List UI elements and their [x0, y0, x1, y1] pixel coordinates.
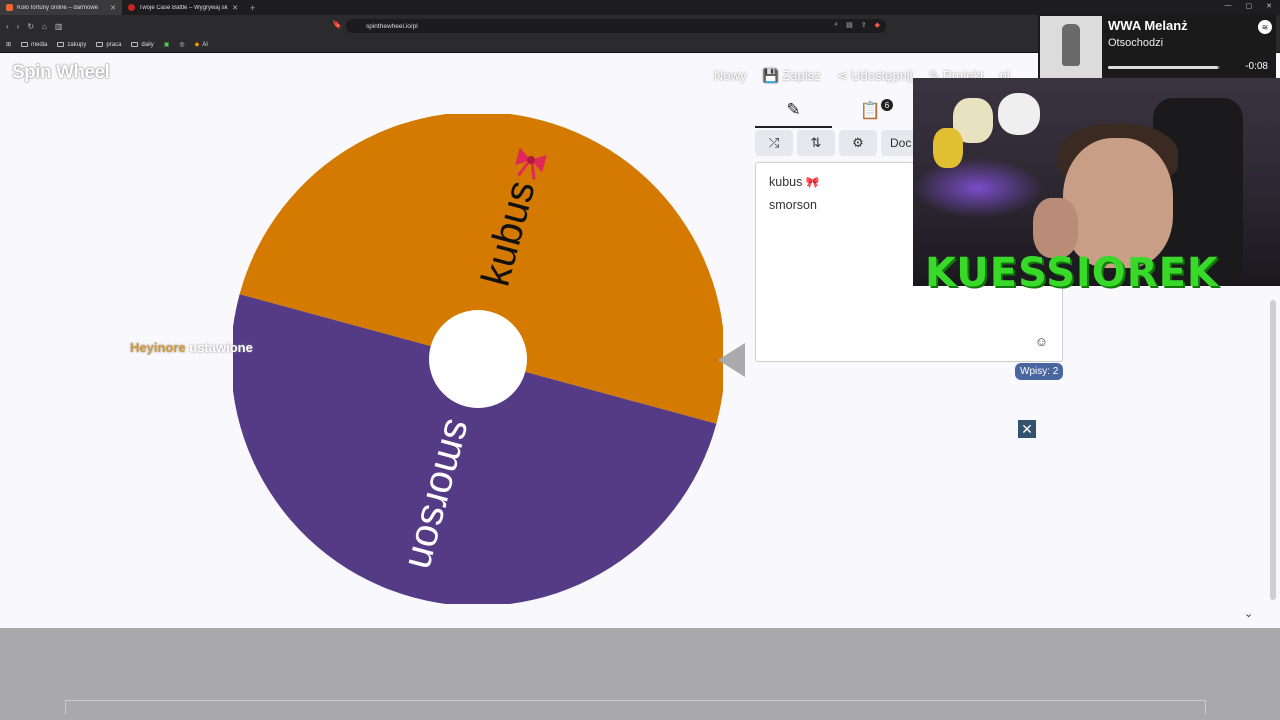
album-art — [1040, 16, 1102, 78]
overlay-text-part1: Heyinore — [130, 340, 186, 355]
app-logo[interactable]: Spin Wheel — [12, 62, 110, 84]
home-icon[interactable]: ⌂ — [42, 22, 47, 31]
sort-icon: ⇅ — [810, 135, 822, 150]
wheel-pointer-icon — [718, 343, 745, 377]
bookmark-folder-praca[interactable]: praca — [96, 42, 121, 48]
nav-buttons: ‹ › ↻ ⌂ ▥ — [0, 22, 90, 31]
tab-title: Twoje Case Battle – Wygrywaj skiny — [139, 4, 229, 11]
browser-tab[interactable]: Twoje Case Battle – Wygrywaj skiny ✕ — [122, 0, 244, 15]
webcam-light — [913, 158, 1043, 218]
shuffle-icon: ⤮ — [768, 135, 780, 150]
chevron-down-icon[interactable]: ⌄ — [1244, 607, 1253, 620]
back-icon[interactable]: ‹ — [6, 22, 9, 31]
favicon-icon — [6, 4, 13, 11]
ai-icon: ◆ — [194, 42, 200, 48]
tab-results[interactable]: 📋 6 — [832, 94, 909, 128]
folder-icon — [96, 42, 104, 47]
spin-wheel[interactable]: kubus smorson — [230, 111, 726, 607]
tab-close-icon[interactable]: ✕ — [232, 4, 238, 12]
emoji-icon[interactable]: ☺ — [1035, 334, 1048, 349]
shield-icon[interactable]: ◆ — [875, 21, 880, 29]
folder-icon — [57, 42, 65, 47]
close-window-icon[interactable]: ✕ — [1266, 2, 1272, 10]
bookmark-folder-daily[interactable]: daily — [131, 42, 154, 48]
scrollbar[interactable] — [1270, 300, 1276, 600]
spotify-icon: ≋ — [1258, 20, 1272, 34]
webcam-plush — [933, 128, 963, 168]
bookmark-icon-green[interactable]: ▣ — [164, 41, 170, 48]
bookmark-folder-media[interactable]: media — [21, 42, 47, 48]
track-title: WWA Melanż — [1108, 18, 1188, 33]
sort-button[interactable]: ⇅ — [797, 130, 835, 156]
forward-icon[interactable]: › — [17, 22, 20, 31]
folder-icon — [131, 42, 139, 47]
new-tab-button[interactable]: + — [244, 3, 261, 13]
folder-icon — [21, 42, 29, 47]
entries-count-badge: Wpisy: 2 — [1015, 363, 1064, 380]
zoom-icon[interactable]: ⌕ — [834, 21, 838, 29]
results-badge: 6 — [881, 99, 893, 111]
reload-icon[interactable]: ↻ — [27, 22, 34, 31]
maximize-icon[interactable]: ▢ — [1246, 2, 1253, 10]
overlay-text-part2: ustawione — [189, 340, 253, 355]
bookmark-ai[interactable]: ◆ AI — [194, 41, 208, 49]
wheel-center[interactable] — [429, 310, 527, 408]
tab-close-icon[interactable]: ✕ — [110, 4, 116, 12]
track-time: -0:08 — [1245, 61, 1268, 72]
bow-icon: 🎀 — [805, 177, 820, 189]
overlay-text: Heyinore ustawione — [130, 340, 253, 355]
album-art-figure — [1062, 24, 1080, 66]
now-playing-overlay: WWA Melanż Otsochodzi -0:08 ≋ — [1038, 14, 1276, 78]
close-icon: ✕ — [1021, 420, 1033, 437]
browser-tab-active[interactable]: Koło fortuny online – darmowe ✕ — [0, 0, 122, 15]
webcam-plush — [998, 93, 1040, 135]
gear-icon: ⚙ — [852, 135, 864, 150]
tab-edit[interactable]: ✎ — [755, 94, 832, 128]
url-text: spinthewheel.io/pl — [366, 22, 418, 30]
settings-button[interactable]: ⚙ — [839, 130, 877, 156]
window-controls: — ▢ ✕ — [1225, 2, 1273, 10]
page-footer — [0, 628, 1280, 720]
wheel-svg: kubus smorson — [230, 111, 726, 607]
share-button[interactable]: ⋖ Udostępnij — [837, 68, 913, 84]
track-progress — [1108, 66, 1220, 69]
close-button[interactable]: ✕ — [1018, 420, 1036, 438]
clipboard-icon: 📋 — [859, 101, 882, 120]
share-icon[interactable]: ⇪ — [861, 21, 867, 29]
tab-title: Koło fortuny online – darmowe — [17, 4, 99, 11]
sidebar-icon[interactable]: ▥ — [55, 22, 63, 31]
save-button[interactable]: 💾 Zapisz — [763, 68, 821, 84]
webcam-hand — [1033, 198, 1078, 258]
new-button[interactable]: Nowy — [714, 68, 747, 84]
webcam-face — [1063, 138, 1173, 268]
shuffle-button[interactable]: ⤮ — [755, 130, 793, 156]
address-bar[interactable]: spinthewheel.io/pl ⌕ ▤ ⇪ ◆ — [346, 19, 886, 33]
browser-tab-bar: Koło fortuny online – darmowe ✕ Twoje Ca… — [0, 0, 1280, 15]
minimize-icon[interactable]: — — [1225, 2, 1232, 10]
footer-divider — [65, 700, 1206, 714]
track-artist: Otsochodzi — [1108, 37, 1164, 49]
address-icons: ⌕ ▤ ⇪ ◆ — [834, 21, 880, 29]
apps-icon[interactable]: ⊞ — [6, 41, 11, 48]
bookmark-icon-globe[interactable]: ◎ — [179, 41, 184, 48]
track-progress-fill — [1108, 66, 1218, 69]
bookmark-icon[interactable]: 🔖 — [332, 20, 342, 29]
reader-icon[interactable]: ▤ — [846, 21, 853, 29]
pencil-icon: ✎ — [786, 100, 801, 119]
bookmark-folder-zakupy[interactable]: zakupy — [57, 42, 86, 48]
streamer-nameplate: KUESSIOREK — [925, 250, 1219, 296]
favicon-icon — [128, 4, 135, 11]
